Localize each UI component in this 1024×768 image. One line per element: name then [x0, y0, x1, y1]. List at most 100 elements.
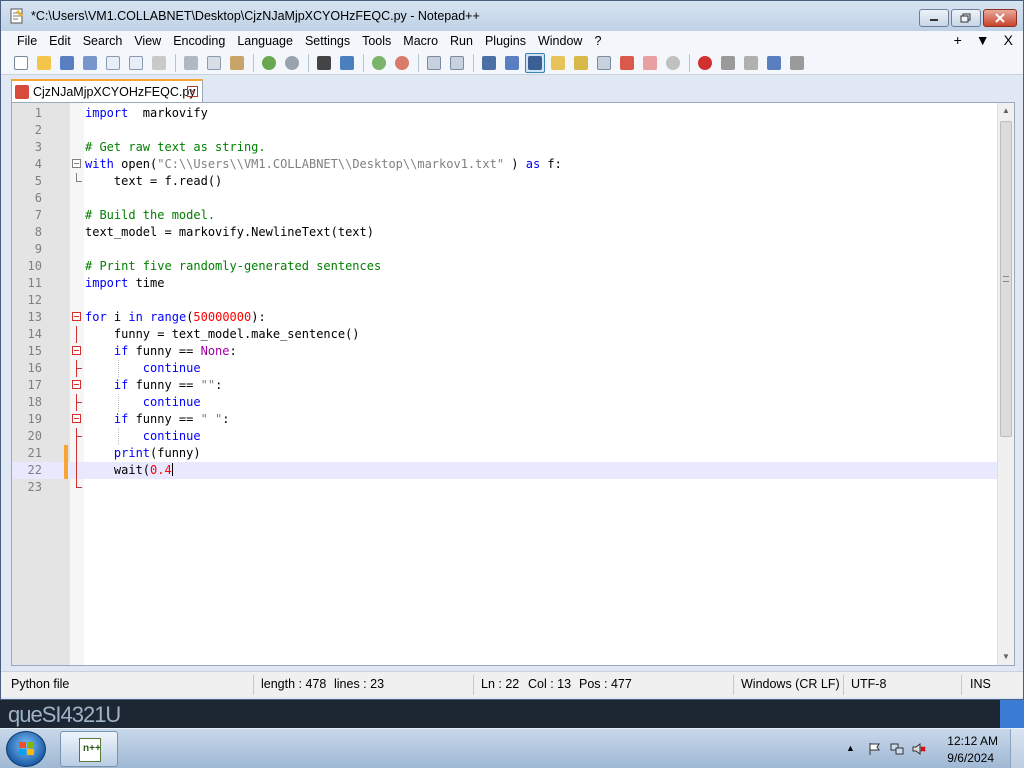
code-line[interactable]: 19 if funny == " ":: [12, 411, 998, 428]
zoom-in-button[interactable]: [369, 53, 389, 73]
replace-button[interactable]: [337, 53, 357, 73]
save-all-button[interactable]: [80, 53, 100, 73]
new-tab-plus-button[interactable]: +: [954, 32, 962, 48]
tab-close-button[interactable]: x: [187, 86, 198, 97]
code-line[interactable]: 20 continue: [12, 428, 998, 445]
menu-language[interactable]: Language: [231, 33, 299, 49]
scroll-down-arrow-icon[interactable]: ▼: [1001, 652, 1011, 662]
zoom-out-button[interactable]: [392, 53, 412, 73]
clock-date[interactable]: 9/6/2024: [947, 751, 994, 765]
fold-toggle-icon[interactable]: [70, 377, 84, 394]
menu-view[interactable]: View: [128, 33, 167, 49]
show-desktop-button[interactable]: [1010, 729, 1024, 768]
close-window-button[interactable]: [983, 9, 1017, 27]
code-line[interactable]: 22 wait(0.4: [12, 462, 998, 479]
play-macro-button[interactable]: [741, 53, 761, 73]
indent-guide-button[interactable]: [525, 52, 545, 73]
vertical-scrollbar[interactable]: ▲ ▼: [997, 103, 1014, 665]
code-line[interactable]: 6: [12, 190, 998, 207]
print-button[interactable]: [149, 53, 169, 73]
show-hidden-icons-icon[interactable]: ▲: [846, 743, 860, 757]
fold-toggle-icon[interactable]: [70, 156, 84, 173]
menu-encoding[interactable]: Encoding: [167, 33, 231, 49]
save-macro-button[interactable]: [787, 53, 807, 73]
folder-as-workspace-button[interactable]: [640, 53, 660, 73]
code-token: # Get raw text as string.: [85, 140, 266, 154]
fold-toggle-icon[interactable]: [70, 343, 84, 360]
code-line[interactable]: 8 text_model = markovify.NewlineText(text…: [12, 224, 998, 241]
find-button[interactable]: [314, 53, 334, 73]
action-center-flag-icon[interactable]: [868, 742, 882, 756]
stop-record-button[interactable]: [718, 53, 738, 73]
code-line[interactable]: 4 with open("C:\\Users\\VM1.COLLABNET\\De…: [12, 156, 998, 173]
code-line[interactable]: 12: [12, 292, 998, 309]
scrollbar-thumb[interactable]: [1000, 121, 1012, 437]
clock-time[interactable]: 12:12 AM: [947, 734, 998, 748]
menu-tools[interactable]: Tools: [356, 33, 397, 49]
word-wrap-button[interactable]: [479, 53, 499, 73]
code-line[interactable]: 1 import markovify: [12, 105, 998, 122]
code-line[interactable]: 21 print(funny): [12, 445, 998, 462]
taskbar-notepadpp-button[interactable]: n++: [60, 731, 118, 767]
paste-button[interactable]: [227, 53, 247, 73]
tab-list-dropdown-button[interactable]: ▼: [976, 32, 990, 48]
status-encoding[interactable]: UTF-8: [851, 677, 886, 691]
user-defined-language-button[interactable]: [548, 53, 568, 73]
code-line[interactable]: 16 continue: [12, 360, 998, 377]
menu-search[interactable]: Search: [77, 33, 129, 49]
save-button[interactable]: [57, 53, 77, 73]
sync-vertical-button[interactable]: [424, 53, 444, 73]
show-all-chars-button[interactable]: [502, 53, 522, 73]
code-line[interactable]: 9: [12, 241, 998, 258]
new-file-button[interactable]: [11, 53, 31, 73]
code-line[interactable]: 3 # Get raw text as string.: [12, 139, 998, 156]
fold-toggle-icon[interactable]: [70, 309, 84, 326]
menu-edit[interactable]: Edit: [43, 33, 77, 49]
code-line[interactable]: 7 # Build the model.: [12, 207, 998, 224]
function-list-button[interactable]: [594, 53, 614, 73]
code-line[interactable]: 23: [12, 479, 998, 496]
open-file-button[interactable]: [34, 53, 54, 73]
cut-button[interactable]: [181, 53, 201, 73]
code-line[interactable]: 18 continue: [12, 394, 998, 411]
record-macro-button[interactable]: [695, 53, 715, 73]
folder-workspace-button[interactable]: [617, 53, 637, 73]
code-line[interactable]: 15 if funny == None:: [12, 343, 998, 360]
fold-toggle-icon[interactable]: [70, 411, 84, 428]
menu-settings[interactable]: Settings: [299, 33, 356, 49]
code-line[interactable]: 14 funny = text_model.make_sentence(): [12, 326, 998, 343]
code-line[interactable]: 2: [12, 122, 998, 139]
code-editor[interactable]: 1 import markovify 2 3 # Get raw text as str…: [11, 102, 1015, 666]
code-line[interactable]: 17 if funny == "":: [12, 377, 998, 394]
redo-button[interactable]: [282, 53, 302, 73]
status-eol[interactable]: Windows (CR LF): [741, 677, 840, 691]
menu-window[interactable]: Window: [532, 33, 588, 49]
code-line[interactable]: 10 # Print five randomly-generated senten…: [12, 258, 998, 275]
menu-run[interactable]: Run: [444, 33, 479, 49]
close-button[interactable]: [103, 53, 123, 73]
code-line[interactable]: 13 for i in range(50000000):: [12, 309, 998, 326]
monitoring-button[interactable]: [663, 53, 683, 73]
menu-plugins[interactable]: Plugins: [479, 33, 532, 49]
title-bar[interactable]: *C:\Users\VM1.COLLABNET\Desktop\CjzNJaMj…: [1, 1, 1023, 31]
run-macro-multiple-button[interactable]: [764, 53, 784, 73]
sync-horizontal-button[interactable]: [447, 53, 467, 73]
menu-macro[interactable]: Macro: [397, 33, 444, 49]
menu-help[interactable]: ?: [588, 33, 607, 49]
code-line[interactable]: 11 import time: [12, 275, 998, 292]
menu-file[interactable]: File: [11, 33, 43, 49]
network-icon[interactable]: [890, 742, 904, 756]
maximize-button[interactable]: [951, 9, 981, 27]
scroll-up-arrow-icon[interactable]: ▲: [1001, 106, 1011, 116]
minimize-button[interactable]: [919, 9, 949, 27]
undo-button[interactable]: [259, 53, 279, 73]
status-insert-mode[interactable]: INS: [970, 677, 991, 691]
volume-muted-icon[interactable]: [912, 742, 926, 756]
close-document-button[interactable]: X: [1004, 32, 1013, 48]
document-map-button[interactable]: [571, 53, 591, 73]
close-all-button[interactable]: [126, 53, 146, 73]
code-line[interactable]: 5 text = f.read(): [12, 173, 998, 190]
tab-current-file[interactable]: CjzNJaMjpXCYOHzFEQC.py x: [11, 79, 203, 102]
start-button[interactable]: [6, 731, 46, 767]
copy-button[interactable]: [204, 53, 224, 73]
